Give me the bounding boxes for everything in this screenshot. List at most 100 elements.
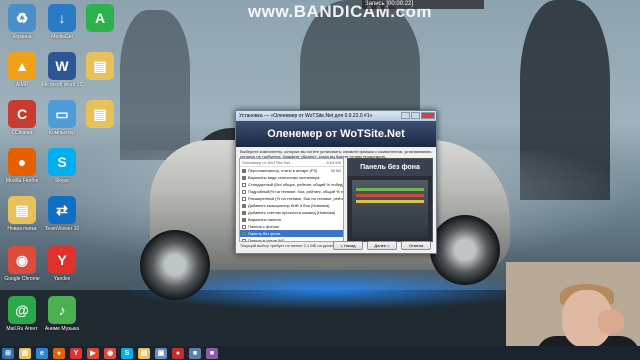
component-item[interactable]: Панель без фона xyxy=(240,230,343,237)
installer-description: Выберите компоненты, которые вы хотите у… xyxy=(240,149,432,158)
desktop-icon[interactable]: ↓ MediaGet xyxy=(42,4,82,40)
desktop-icon[interactable]: ▭ Компьютер xyxy=(42,100,82,136)
component-label: Персонализатор, статы в ангаре (FS) xyxy=(248,168,318,173)
desktop-icon-label: Корзина xyxy=(12,34,32,40)
component-item[interactable]: Добавить калькулятор КНВ и бои (Новинка) xyxy=(240,202,343,209)
component-checkbox[interactable] xyxy=(242,189,246,194)
component-label: Варианты вида статистики оленемера xyxy=(248,175,320,180)
desktop-icon-label: Аниме Музыка xyxy=(44,326,80,332)
component-checkbox[interactable] xyxy=(242,182,246,187)
aimp-icon: ▲ xyxy=(8,52,36,80)
component-item[interactable]: Варианты панели xyxy=(240,216,343,223)
component-checkbox[interactable] xyxy=(242,203,246,208)
component-label: Стандартный (без общих, рейтинг, общий %… xyxy=(248,182,343,187)
desktop-icon-label: Google Chrome xyxy=(4,276,40,282)
explorer-icon[interactable]: ▤ xyxy=(19,347,31,359)
desktop-icon[interactable]: ▲ AIMP xyxy=(2,52,42,88)
components-list[interactable]: Оленемер от WoTSite.Net 8,63 Мб Персонал… xyxy=(239,158,344,242)
component-label: Варианты панели xyxy=(248,217,281,222)
component-item[interactable]: Панель с фоном xyxy=(240,223,343,230)
desktop-icon-label: Компьютер xyxy=(49,130,75,136)
component-item[interactable]: Панель в стиле WG xyxy=(240,237,343,242)
desktop-icon[interactable]: C CCleaner xyxy=(2,100,42,136)
component-item[interactable]: Подробный(% на технике, бои, рейтинг, об… xyxy=(240,188,343,195)
desktop-icon[interactable]: ▤ Новая папка xyxy=(2,196,42,232)
installer-window[interactable]: Установка — «Оленемер от WoTSite.Net для… xyxy=(235,110,437,254)
component-checkbox[interactable] xyxy=(242,175,246,180)
installer-icon[interactable]: ▣ xyxy=(155,347,167,359)
folder-icon[interactable]: ▤ xyxy=(138,347,150,359)
component-checkbox[interactable] xyxy=(242,168,246,173)
desktop-icon-label: MediaGet xyxy=(51,34,73,40)
yandex-icon[interactable]: Y xyxy=(70,347,82,359)
desktop-icon[interactable]: A xyxy=(80,4,120,34)
android-icon: A xyxy=(86,4,114,32)
installer-title: Установка — «Оленемер от WoTSite.Net для… xyxy=(239,113,373,119)
media-icon[interactable]: ▶ xyxy=(87,347,99,359)
firefox-icon: ● xyxy=(8,148,36,176)
component-checkbox[interactable] xyxy=(242,196,246,201)
webcam-overlay xyxy=(506,262,640,352)
desktop-icon[interactable]: S Skype xyxy=(42,148,82,184)
desktop-icon[interactable]: ♪ Аниме Музыка xyxy=(42,296,82,332)
component-label: Панель в стиле WG xyxy=(248,238,285,242)
component-checkbox[interactable] xyxy=(242,217,246,222)
skype-icon[interactable]: S xyxy=(121,347,133,359)
component-checkbox[interactable] xyxy=(242,210,246,215)
app-icon[interactable]: ■ xyxy=(206,347,218,359)
desktop-icon-label: CCleaner xyxy=(11,130,33,136)
component-item[interactable]: Добавить счетчик прочности команд (Новин… xyxy=(240,209,343,216)
component-item[interactable]: Стандартный (без общих, рейтинг, общий %… xyxy=(240,181,343,188)
start-icon[interactable]: ⊞ xyxy=(2,347,14,359)
component-checkbox[interactable] xyxy=(242,231,246,236)
ie-icon[interactable]: e xyxy=(36,347,48,359)
desktop-icon[interactable]: Y Yandex xyxy=(42,246,82,282)
component-label: Расширенный (% на технике, бои на техник… xyxy=(248,196,343,201)
desktop-icon[interactable]: ▤ xyxy=(80,52,120,82)
desktop-icon-label: Skype xyxy=(55,178,69,184)
folder-icon: ▤ xyxy=(86,100,114,128)
component-item[interactable]: Персонализатор, статы в ангаре (FS) 39 КБ xyxy=(240,167,343,174)
chrome-icon[interactable]: ◉ xyxy=(104,347,116,359)
desktop-icon[interactable]: ⇄ TeamViewer 10 xyxy=(42,196,82,232)
preview-panel: Панель без фона xyxy=(347,158,433,242)
mediaget-icon: ↓ xyxy=(48,4,76,32)
desktop-icon[interactable]: ♻ Корзина xyxy=(2,4,42,40)
component-item[interactable]: Варианты вида статистики оленемера xyxy=(240,174,343,181)
desktop-icon-label: TeamViewer 10 xyxy=(44,226,80,232)
computer-icon: ▭ xyxy=(48,100,76,128)
component-checkbox[interactable] xyxy=(242,224,246,229)
teamviewer-icon: ⇄ xyxy=(48,196,76,224)
ccleaner-icon: C xyxy=(8,100,36,128)
component-label: Панель с фоном xyxy=(248,224,279,229)
components-header: Оленемер от WoTSite.Net 8,63 Мб xyxy=(240,159,343,167)
component-checkbox[interactable] xyxy=(242,238,246,241)
maximize-button[interactable] xyxy=(411,112,420,119)
minimize-button[interactable] xyxy=(401,112,410,119)
desktop-icon[interactable]: W Microsoft Word 2010 xyxy=(42,52,82,88)
next-button[interactable]: Далее > xyxy=(367,241,397,250)
close-button[interactable] xyxy=(421,112,435,119)
desktop-icon-label: Mail.Ru Агент xyxy=(6,326,38,332)
components-header-name: Оленемер от WoTSite.Net xyxy=(242,160,291,165)
preview-bar xyxy=(356,188,424,191)
component-item[interactable]: Расширенный (% на технике, бои на техник… xyxy=(240,195,343,202)
desktop-icon[interactable]: ◉ Google Chrome xyxy=(2,246,42,282)
desktop-icon-label: AIMP xyxy=(15,82,29,88)
desktop-icon-label: Новая папка xyxy=(7,226,37,232)
component-label: Добавить счетчик прочности команд (Новин… xyxy=(248,210,336,215)
desktop-icon-label: Microsoft Word 2010 xyxy=(42,82,82,88)
bandicam-icon[interactable]: ● xyxy=(172,347,184,359)
cancel-button[interactable]: Отмена xyxy=(401,241,431,250)
desktop-icon[interactable]: ● Mozilla Firefox xyxy=(2,148,42,184)
installer-title-bar[interactable]: Установка — «Оленемер от WoTSite.Net для… xyxy=(236,111,436,121)
preview-bar xyxy=(356,200,424,203)
chrome-icon: ◉ xyxy=(8,246,36,274)
desktop-icon[interactable]: ▤ xyxy=(80,100,120,130)
back-button[interactable]: < Назад xyxy=(333,241,363,250)
app-icon[interactable]: ■ xyxy=(189,347,201,359)
component-label: Панель без фона xyxy=(248,231,281,236)
firefox-icon[interactable]: ● xyxy=(53,347,65,359)
yandex-icon: Y xyxy=(48,246,76,274)
desktop-icon[interactable]: @ Mail.Ru Агент xyxy=(2,296,42,332)
